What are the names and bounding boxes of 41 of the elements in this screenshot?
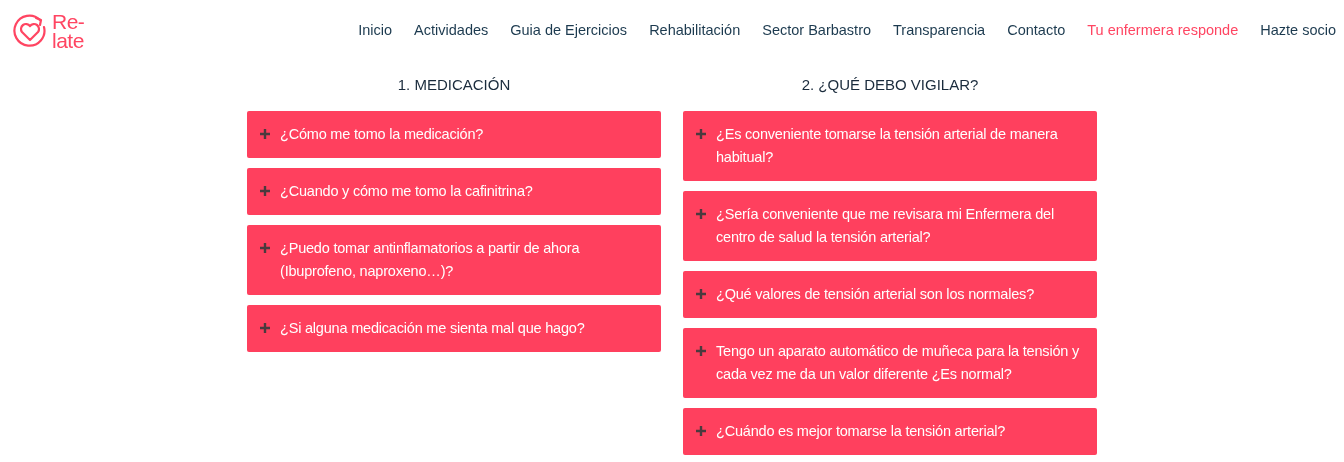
plus-icon	[260, 322, 270, 333]
question-text: ¿Sería conveniente que me revisara mi Enfermera del centro de salud la tensión arterial?	[716, 204, 1055, 247]
question-text: ¿Cuando y cómo me tomo la cafinitrina?	[280, 181, 533, 201]
nav-link[interactable]: Tu enfermera responde	[1087, 20, 1239, 42]
accordion-header[interactable]: ¿Sería conveniente que me revisara mi Enfermera del centro de salud la tensión arterial?	[683, 190, 1097, 261]
accordion-header[interactable]: ¿Cómo me tomo la medicación?	[247, 110, 661, 158]
plus-icon	[696, 128, 706, 139]
plus-icon	[260, 128, 270, 139]
section-heading: 2. ¿QUÉ DEBO VIGILAR?	[800, 75, 980, 95]
question-text: ¿Puedo tomar antinflamatorios a partir de ahora (Ibuprofeno, naproxeno…)?	[280, 238, 581, 281]
accordion-header[interactable]: ¿Qué valores de tensión arterial son los normales?	[683, 270, 1097, 318]
question-text: ¿Cuándo es mejor tomarse la tensión arterial?	[716, 421, 1006, 441]
question-text: ¿Cómo me tomo la medicación?	[280, 124, 484, 144]
plus-icon	[696, 425, 706, 436]
question-text: ¿Es conveniente tomarse la tensión arterial de manera habitual?	[716, 124, 1059, 167]
plus-icon	[260, 185, 270, 196]
nav-link[interactable]: Transparencia	[893, 20, 986, 42]
nav-link[interactable]: Sector Barbastro	[762, 20, 872, 42]
question-text: ¿Si alguna medicación me sienta mal que hago?	[280, 318, 585, 338]
nav-link[interactable]: Inicio	[358, 20, 393, 42]
nav-link[interactable]: Actividades	[414, 20, 489, 42]
logo-text: late	[52, 31, 85, 50]
nav-link[interactable]: Hazte socio	[1260, 20, 1336, 42]
plus-icon	[696, 208, 706, 219]
section-heading: 1. MEDICACIÓN	[396, 75, 512, 95]
accordion-header[interactable]: ¿Puedo tomar antinflamatorios a partir de ahora (Ibuprofeno, naproxeno…)?	[247, 224, 661, 295]
accordion-header[interactable]: ¿Cuando y cómo me tomo la cafinitrina?	[247, 167, 661, 215]
logo-text: Re-	[52, 12, 85, 31]
heart-logo-icon	[12, 13, 48, 49]
accordion-header[interactable]: ¿Cuándo es mejor tomarse la tensión arterial?	[683, 407, 1097, 455]
accordion-header[interactable]: Tengo un aparato automático de muñeca para la tensión y cada vez me da un valor diferente ¿Es normal?	[683, 327, 1097, 398]
plus-icon	[696, 288, 706, 299]
plus-icon	[696, 345, 706, 356]
accordion-header[interactable]: ¿Si alguna medicación me sienta mal que hago?	[247, 304, 661, 352]
nav-link[interactable]: Guia de Ejercicios	[510, 20, 628, 42]
nav-link[interactable]: Rehabilitación	[649, 20, 741, 42]
question-text: Tengo un aparato automático de muñeca para la tensión y cada vez me da un valor diferente ¿Es normal?	[716, 341, 1081, 384]
question-text: ¿Qué valores de tensión arterial son los normales?	[716, 284, 1035, 304]
nav-link[interactable]: Contacto	[1007, 20, 1066, 42]
plus-icon	[260, 242, 270, 253]
accordion-header[interactable]: ¿Es conveniente tomarse la tensión arterial de manera habitual?	[683, 110, 1097, 181]
